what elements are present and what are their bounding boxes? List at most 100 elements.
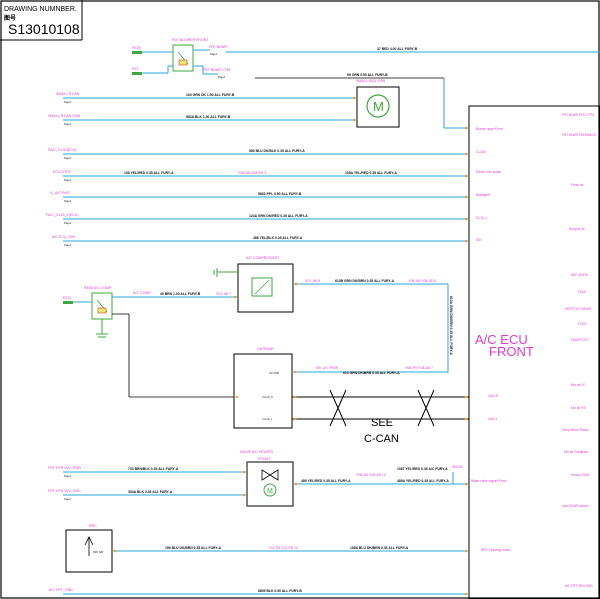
wire-small-label: 104 GRN DK 1.50 ALL FURY-B [186, 93, 235, 97]
frt-blwr-label: FRT BLWR [209, 45, 227, 49]
wire-comp-label: 40 BRN 1.00 ALL FURY-B [160, 292, 201, 296]
tag-y2: X07-A6 7 [216, 292, 231, 296]
tag-c4: Page3 [64, 123, 72, 126]
tag-y4: Y08-A5 Y08-A5 5 [408, 279, 436, 283]
wire-vlv2-label: 354A BLK 0.35 ALL FURY-A [128, 490, 173, 494]
wire-vlv3-label: 489 YEL/RED 0.35 ALL FURY-A [301, 479, 351, 483]
valve-icon [261, 469, 279, 481]
ecu-pin-water-valve: Water valve signal+Front [471, 479, 506, 483]
ecu-pin-backlight: Backlight+ [476, 193, 491, 197]
ecu-right-8: FOOT [578, 322, 587, 326]
gw-pin-pwr: A/C PWR [269, 372, 280, 375]
tag-c6: Page3 [64, 179, 72, 182]
wire-cl15-label: 124A GRN DK/RED 0.35 ALL FURY-A [249, 214, 308, 218]
tag-c3: Page3 [64, 101, 72, 104]
tag-y8: Y12-P8 Y12-P8 23 [268, 546, 298, 550]
rrc-label: RRC [89, 524, 97, 528]
ecu-signal-wires: FA/C_CL30(ECU) Page3 580 BLU DK/BLK 0.35… [46, 148, 469, 247]
page-border [0, 0, 600, 599]
drawing-number: S13010108 [8, 21, 80, 37]
blower-relay-label: R07 BLOWER FRONT [172, 38, 209, 42]
valve-heater-label-2: FRONT [258, 457, 271, 461]
ecu-right-10: Mix air LE [571, 383, 585, 387]
wire-ctrl-b-label: 108A YEL/RED 0.35 ALL FURY-A [345, 171, 397, 175]
wire-vlv5-label: 1087 YEL/RED 0.35 A/C FURY-A [397, 467, 448, 471]
wire-comp2-label: 613B GRN DK/BRN 0.35 ALL FURY-A [335, 279, 395, 283]
left-pwr: IL_A/C PWT [50, 191, 71, 195]
fuse-fe25-label: FE25 [132, 46, 141, 50]
ecu-pin-can-h: CAN-H [488, 394, 499, 398]
wire-ign-label: 486 YEL/BLK 0.35 ALL FURY-A [253, 236, 303, 240]
tag-y9: SB033 [452, 465, 463, 469]
ecu-right-14: Sensor GND [571, 473, 590, 477]
title-header: DRAWING NUMNBER. [4, 6, 77, 13]
fuse-fe25[interactable] [132, 51, 142, 54]
fuse-fe11-label: FE11 [63, 296, 71, 300]
fuse-fe11[interactable] [63, 301, 73, 304]
ecu-right-3: Fresh air [571, 183, 585, 187]
ecu-right-9: FACE/FOOT [571, 338, 589, 342]
wire-vlv1-label: 733 BRN/BLK 0.35 ALL FURY-A [128, 467, 179, 471]
title-block: DRAWING NUMNBER. 图号 S13010108 [0, 0, 83, 41]
ecu-pin-fan: Electric fan signal [476, 170, 501, 174]
valve-heater-section: VALVE A/C HEATER FRONT M FRT HTR VLV_PWR… [48, 450, 469, 507]
ecu-right-1: FRT BLWR SPD CTRL [562, 113, 595, 117]
svg-text:M: M [267, 488, 273, 495]
ecu-right-6: FACE [578, 290, 586, 294]
left-vlv-a: FRT HTR VLV_PWR [48, 466, 82, 470]
tag-y3: X07-A6 8 [305, 279, 320, 283]
ac-comp-label: A/C COMP [133, 291, 151, 295]
comp-relay-label: RE08 A/C COMP [84, 286, 112, 290]
gateway-section: GATEWAY A/C PWR C-CAN_H C-CAN_L SB_A/C P… [233, 347, 469, 445]
left-small-fan-gnd: SMALL R.FAN GND [48, 114, 81, 118]
ac-compressor-section: A/C COMPRESSOR X07-A6 8 613B GRN DK/BRN … [213, 256, 453, 373]
ecu-right-16: A/C FRT SEN GND [565, 584, 593, 588]
wire-rrc2-label: 158A BLU DK/BRN 0.35 ALL FURY-A [350, 546, 409, 550]
wiring-diagram: DRAWING NUMNBER. 图号 S13010108 A/C ECU FR… [0, 0, 600, 599]
motor-m-symbol: M [373, 99, 384, 114]
wire-rrc1-label: 156 BLU DK/BRN 0.35 ALL FURY-A [165, 546, 222, 550]
wire-cl30-label: 580 BLU DK/BLK 0.35 ALL FURY-A [249, 149, 305, 153]
ecu-right-2: FRT BLWR FEEDBACK [562, 133, 597, 137]
blower-relay-section: R07 BLOWER FRONT FE25 F02 FRT BLWR Page3… [132, 38, 231, 79]
tag-c9: Page3 [64, 244, 72, 247]
left-cl30: FA/C_CL30(ECU) [48, 148, 77, 152]
wire-small-gnd-label: 853A BLK 1.50 ALL FURY-B [186, 115, 231, 119]
ecu-right-13: Mix air Feedback [564, 450, 589, 454]
left-vlv-b: FRT HTR VLV_GND [48, 489, 81, 493]
left-bottom: A/C FRT_GND [49, 588, 73, 592]
frt-blwr-ctrl-label: FRT BLWR CTRL [203, 68, 231, 72]
gateway-box[interactable] [233, 353, 293, 429]
left-ctrl: ECU CTRL [53, 170, 71, 174]
wire-vlv4-label: 489A YEL/RED 0.35 ALL FURY-A [397, 479, 449, 483]
ecu-right-12: Temp Motor Power [562, 428, 590, 432]
ecu-pin-blower: Blower relay+Front [476, 127, 503, 131]
wire-pwr-label: 5803 PPL 0.50 ALL FURY-B [258, 192, 302, 196]
rrc-dat: RRC DAT [93, 551, 104, 554]
c-can-label: C-CAN [364, 433, 399, 445]
gw-pin-can-h: C-CAN_H [262, 396, 273, 399]
ac-ecu-label-2: FRONT [489, 344, 534, 359]
ecu-right-11: Mix air RE [571, 406, 586, 410]
tag-y1: Y08-A6 X08-P6 3 [238, 171, 266, 175]
tag-y6: Y06-P5 Y08-A5 7 [405, 366, 433, 370]
small-rad-fan-label: SMALL RAD. FAN [356, 79, 386, 83]
gateway-label: GATEWAY [257, 347, 275, 351]
wire-bottom-label: 8805 BLK 0.50 ALL FURY-B [258, 589, 302, 593]
ac-compressor-box[interactable] [237, 263, 294, 313]
left-small-fan: SMALL R.FAN [56, 92, 80, 96]
comp-relay-section: RE08 A/C COMP FE11 A/C COMP 40 BRN 1.00 … [63, 286, 238, 398]
ecu-pin-cl30: CL30a [476, 150, 486, 154]
tag-c11: Page3 [64, 498, 72, 501]
ecu-right-5: DEF MODE [571, 273, 588, 277]
wire-comp-v-label: 613A GRN DK/BRN 0.35 ALL FURY-A [449, 296, 453, 355]
tag-c5: Page3 [64, 157, 72, 160]
fuse-f02[interactable] [132, 72, 142, 75]
ecu-pin-cl15: CL15_1 [476, 216, 487, 220]
gw-pin-can-l: C-CAN_L [262, 418, 273, 421]
left-ign: A/C ECU_IGN [52, 235, 75, 239]
tag-c7: Page3 [64, 200, 72, 203]
wire-fan-label: 99 ORN 0.50 ALL FURY-B [347, 73, 388, 77]
ecu-right-4: Recycle air [569, 227, 586, 231]
ecu-right-7: DEF/FOOT MODE [565, 307, 592, 311]
